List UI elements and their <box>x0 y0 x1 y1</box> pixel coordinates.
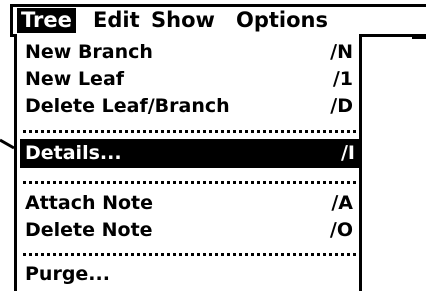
menu-item-shortcut: ∕A <box>331 192 353 214</box>
menu-separator <box>23 253 356 256</box>
menu-options[interactable]: Options <box>236 8 328 33</box>
menu-item-delete-leaf-branch[interactable]: Delete Leaf/Branch ∕D <box>23 92 357 121</box>
menu-item-new-branch[interactable]: New Branch ∕N <box>23 38 357 67</box>
menu-item-label: New Branch <box>25 41 153 63</box>
menu-item-shortcut: ∕D <box>330 95 353 117</box>
tree-dropdown-menu: New Branch ∕N New Leaf ∕1 Delete Leaf/Br… <box>14 34 362 291</box>
menu-item-label: New Leaf <box>25 68 125 90</box>
menu-item-label: Attach Note <box>25 192 154 214</box>
menu-item-label: Purge... <box>25 263 110 285</box>
menu-show[interactable]: Show <box>151 8 215 33</box>
menu-item-label: Details... <box>25 142 122 164</box>
menubar-edge <box>412 36 426 39</box>
menu-item-shortcut: ∕1 <box>332 68 353 90</box>
menu-separator <box>23 181 356 184</box>
menu-tree[interactable]: Tree <box>17 8 76 33</box>
menu-bar: Tree Edit Show Options <box>10 4 426 37</box>
menu-item-attach-note[interactable]: Attach Note ∕A <box>23 189 357 218</box>
menu-item-purge[interactable]: Purge... <box>23 260 357 289</box>
menu-item-label: Delete Leaf/Branch <box>25 95 230 117</box>
menu-item-shortcut: ∕O <box>329 219 353 241</box>
menu-edit[interactable]: Edit <box>93 8 140 33</box>
menu-item-shortcut: ∕N <box>330 41 353 63</box>
menu-separator <box>23 130 356 133</box>
menu-item-shortcut: ∕I <box>340 142 355 164</box>
menu-item-label: Delete Note <box>25 219 153 241</box>
menu-item-details[interactable]: Details... ∕I <box>20 139 359 168</box>
menu-item-new-leaf[interactable]: New Leaf ∕1 <box>23 65 357 94</box>
menu-item-delete-note[interactable]: Delete Note ∕O <box>23 216 357 245</box>
